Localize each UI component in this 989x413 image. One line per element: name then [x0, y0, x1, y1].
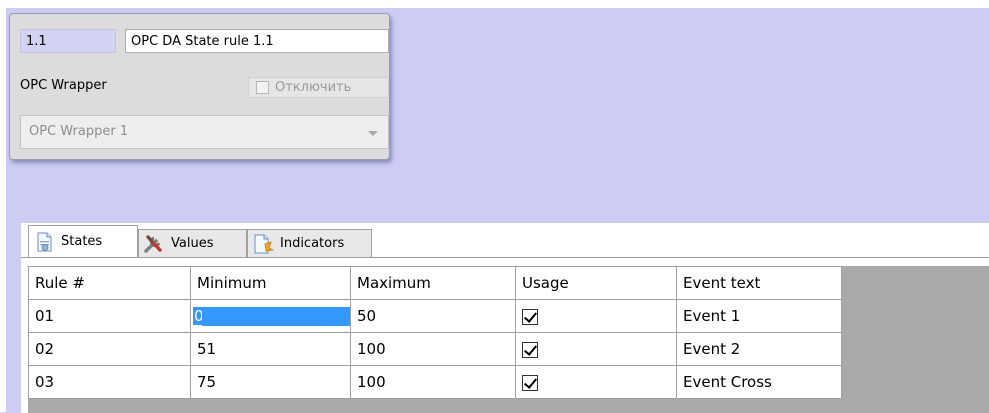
maximum-cell[interactable]: 100: [350, 365, 516, 399]
states-grid-area: Rule # Minimum Maximum Usage Event text …: [21, 257, 989, 413]
indicators-doc-icon: [254, 234, 274, 253]
states-doc-icon: [37, 232, 52, 251]
rule-name-field[interactable]: OPC DA State rule 1.1: [125, 29, 389, 53]
top-edge: [0, 0, 989, 8]
selection-highlight: [201, 306, 350, 326]
event-text-cell[interactable]: Event Cross: [676, 365, 842, 399]
column-header-minimum[interactable]: Minimum: [190, 266, 351, 300]
maximum-cell[interactable]: 100: [350, 332, 516, 366]
opc-wrapper-label: OPC Wrapper: [20, 78, 107, 93]
grid-header-row: Rule # Minimum Maximum Usage Event text: [28, 266, 842, 300]
tab-states-label: States: [61, 234, 103, 249]
table-row[interactable]: 02 51 100 Event 2: [28, 332, 842, 366]
minimum-cell[interactable]: 0: [190, 299, 351, 333]
usage-checkbox[interactable]: [522, 308, 538, 325]
disable-checkbox-control[interactable]: Отключить: [248, 77, 389, 98]
tab-strip: States Values Indicators: [21, 223, 989, 257]
tools-icon: [144, 234, 162, 253]
table-row[interactable]: 01 0 50 Event 1: [28, 299, 842, 333]
tab-values[interactable]: Values: [138, 229, 247, 257]
minimum-cell[interactable]: 75: [190, 365, 351, 399]
usage-cell[interactable]: [515, 299, 677, 333]
grid-background: Rule # Minimum Maximum Usage Event text …: [28, 266, 989, 413]
usage-cell[interactable]: [515, 365, 677, 399]
chevron-down-icon[interactable]: [368, 131, 378, 136]
rule-settings-panel: 1.1 OPC DA State rule 1.1 OPC Wrapper От…: [9, 13, 390, 160]
usage-checkbox[interactable]: [522, 341, 538, 358]
table-row[interactable]: 03 75 100 Event Cross: [28, 365, 842, 399]
left-edge: [0, 0, 6, 412]
tab-values-label: Values: [171, 236, 214, 251]
usage-cell[interactable]: [515, 332, 677, 366]
minimum-cell[interactable]: 51: [190, 332, 351, 366]
rule-number-cell[interactable]: 01: [28, 299, 191, 333]
usage-checkbox[interactable]: [522, 374, 538, 391]
states-grid: Rule # Minimum Maximum Usage Event text …: [28, 266, 842, 399]
opc-wrapper-select[interactable]: OPC Wrapper 1: [20, 115, 389, 149]
tab-indicators-label: Indicators: [280, 236, 345, 251]
rule-id-field[interactable]: 1.1: [20, 29, 116, 53]
event-text-cell[interactable]: Event 1: [676, 299, 842, 333]
column-header-maximum[interactable]: Maximum: [350, 266, 516, 300]
maximum-cell[interactable]: 50: [350, 299, 516, 333]
column-header-usage[interactable]: Usage: [515, 266, 677, 300]
column-header-rule[interactable]: Rule #: [28, 266, 191, 300]
opc-wrapper-selected: OPC Wrapper 1: [29, 124, 129, 139]
rule-number-cell[interactable]: 03: [28, 365, 191, 399]
column-header-event-text[interactable]: Event text: [676, 266, 842, 300]
disable-checkbox[interactable]: [256, 81, 269, 94]
rule-number-cell[interactable]: 02: [28, 332, 191, 366]
disable-label: Отключить: [275, 80, 352, 95]
tab-indicators[interactable]: Indicators: [247, 229, 372, 257]
event-text-cell[interactable]: Event 2: [676, 332, 842, 366]
tab-states[interactable]: States: [28, 225, 138, 257]
